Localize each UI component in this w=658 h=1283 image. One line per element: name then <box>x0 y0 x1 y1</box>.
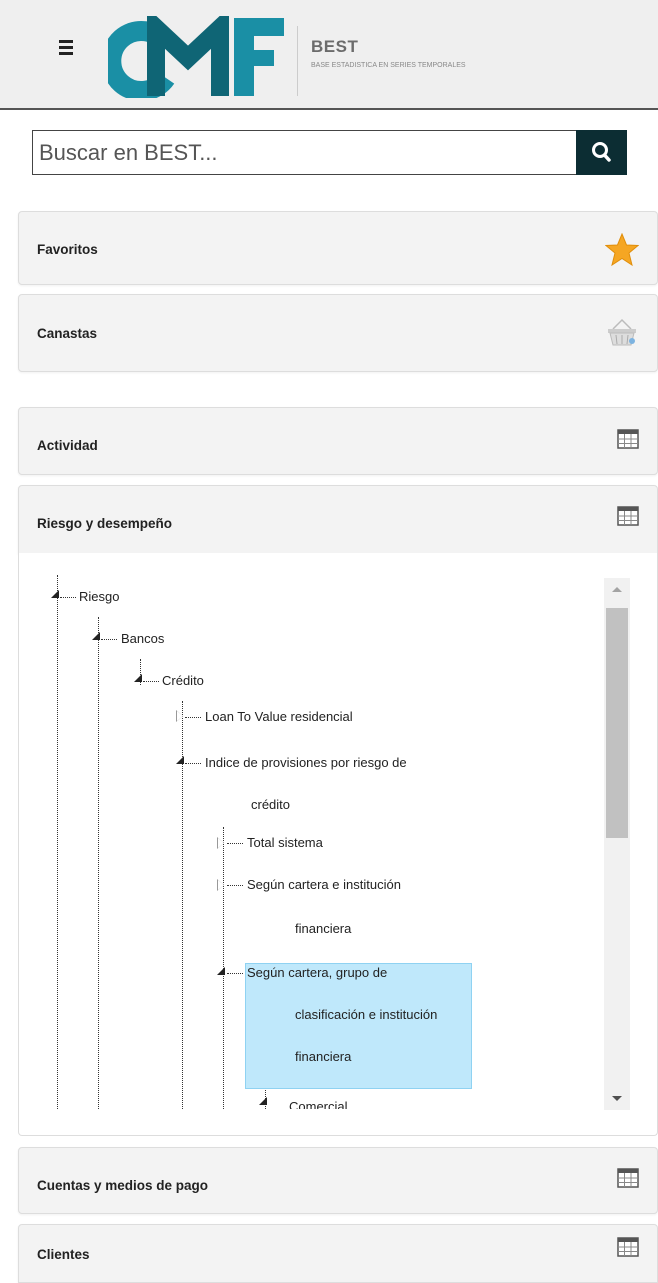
table-icon[interactable] <box>617 506 639 526</box>
table-icon[interactable] <box>617 429 639 449</box>
panel-canastas[interactable]: Canastas <box>18 294 658 372</box>
tree-node-loan-to-value[interactable]: Loan To Value residencial <box>205 709 353 725</box>
tree-node-segun-cartera-institucion[interactable]: Según cartera e institución <box>247 877 401 893</box>
panel-canastas-label: Canastas <box>37 326 98 341</box>
table-icon[interactable] <box>617 1237 639 1257</box>
tree-scrollbar[interactable] <box>604 578 630 1110</box>
tree-guide-line <box>98 617 99 1109</box>
tree-node-indice-provisiones[interactable]: Indice de provisiones por riesgo de <box>205 755 407 771</box>
tree-node-credito[interactable]: Crédito <box>162 673 204 689</box>
collapsed-toggle-icon[interactable] <box>218 838 224 848</box>
brand-title: BEST <box>311 37 359 56</box>
tree-node-bancos[interactable]: Bancos <box>121 631 164 647</box>
table-icon[interactable] <box>617 1168 639 1188</box>
tree-node-segun-cartera-grupo-cont[interactable]: clasificación e institución <box>295 1007 437 1023</box>
search-icon <box>592 142 611 162</box>
basket-icon[interactable] <box>605 317 639 347</box>
tree-node-comercial[interactable]: Comercial <box>289 1099 348 1109</box>
search-button[interactable] <box>576 130 627 175</box>
panel-riesgo-label: Riesgo y desempeño <box>37 516 173 531</box>
panel-favoritos-label: Favoritos <box>37 242 98 257</box>
app-header: BEST BASE ESTADISTICA EN SERIES TEMPORAL… <box>0 0 658 110</box>
tree-viewport[interactable]: Riesgo Bancos Crédito Loan To Value resi… <box>19 575 619 1109</box>
tree-connector <box>101 639 117 640</box>
panel-cuentas-label: Cuentas y medios de pago <box>37 1178 209 1193</box>
panel-actividad[interactable]: Actividad <box>18 407 658 475</box>
panel-clientes[interactable]: Clientes <box>18 1224 658 1283</box>
expand-toggle-icon[interactable] <box>259 1097 267 1105</box>
collapsed-toggle-icon[interactable] <box>218 880 224 890</box>
search-input[interactable] <box>32 130 578 175</box>
expand-toggle-icon[interactable] <box>92 632 100 640</box>
collapsed-toggle-icon[interactable] <box>177 711 183 721</box>
cmf-logo[interactable] <box>108 16 288 98</box>
scroll-down-icon[interactable] <box>604 1088 630 1110</box>
tree-connector <box>143 681 159 682</box>
logo-divider <box>297 26 298 96</box>
tree-connector <box>227 843 243 844</box>
expand-toggle-icon[interactable] <box>217 967 225 975</box>
expand-toggle-icon[interactable] <box>134 674 142 682</box>
panel-actividad-label: Actividad <box>37 438 98 453</box>
tree-panel: Riesgo Bancos Crédito Loan To Value resi… <box>18 553 658 1136</box>
tree-connector <box>185 717 201 718</box>
tree-node-total-sistema[interactable]: Total sistema <box>247 835 323 851</box>
hamburger-menu-icon[interactable] <box>59 40 73 55</box>
tree-node-segun-cartera-institucion-cont[interactable]: financiera <box>295 921 351 937</box>
tree-connector <box>60 597 76 598</box>
tree-guide-line <box>57 575 58 1109</box>
tree-node-segun-cartera-grupo-cont[interactable]: financiera <box>295 1049 351 1065</box>
tree-node-indice-provisiones-cont[interactable]: crédito <box>251 797 290 813</box>
tree-selection-highlight <box>245 963 472 1089</box>
tree-node-segun-cartera-grupo[interactable]: Según cartera, grupo de <box>247 965 387 981</box>
panel-clientes-label: Clientes <box>37 1247 90 1262</box>
star-icon[interactable] <box>605 233 639 267</box>
tree-connector <box>227 885 243 886</box>
tree-connector <box>227 973 243 974</box>
panel-favoritos[interactable]: Favoritos <box>18 211 658 285</box>
scroll-up-icon[interactable] <box>604 578 630 600</box>
expand-toggle-icon[interactable] <box>51 590 59 598</box>
panel-riesgo-desempeno[interactable]: Riesgo y desempeño <box>18 485 658 554</box>
tree-node-riesgo[interactable]: Riesgo <box>79 589 119 605</box>
scroll-thumb[interactable] <box>606 608 628 838</box>
tree-connector <box>185 763 201 764</box>
brand-subtitle: BASE ESTADISTICA EN SERIES TEMPORALES <box>311 62 466 69</box>
expand-toggle-icon[interactable] <box>176 756 184 764</box>
panel-cuentas-medios-pago[interactable]: Cuentas y medios de pago <box>18 1147 658 1214</box>
